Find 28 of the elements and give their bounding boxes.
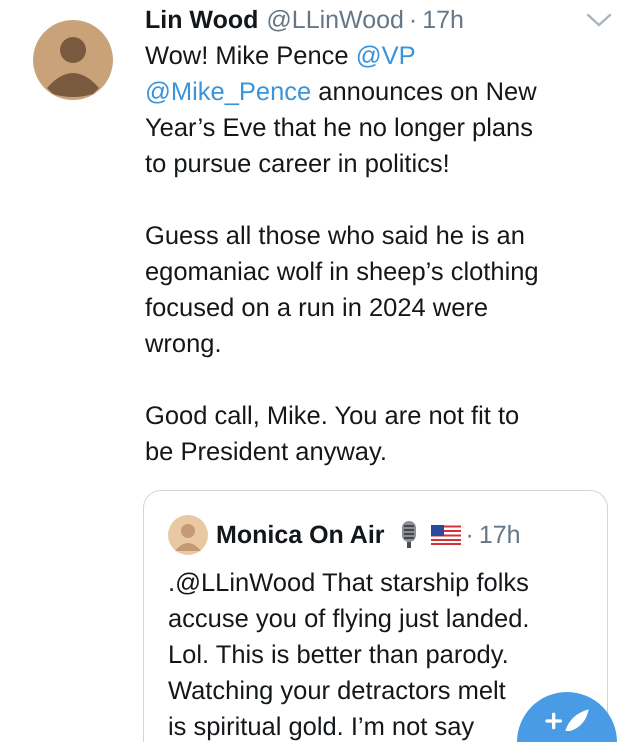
avatar: [168, 515, 208, 555]
mention-link[interactable]: @Mike_Pence: [145, 78, 312, 106]
tweet-text: Good call, Mike. You are not fit to: [145, 402, 520, 430]
tweet-text: announces on New: [317, 78, 537, 106]
tweet-text: wrong.: [145, 330, 222, 358]
quoted-author-name: Monica On Air: [216, 520, 385, 550]
separator-dot: ·: [408, 6, 418, 34]
tweet-text: Year’s Eve that he no longer plans: [145, 114, 533, 142]
quoted-tweet-text: accuse you of flying just landed.: [168, 604, 530, 635]
author-handle[interactable]: @LLinWood: [266, 6, 404, 34]
quoted-tweet-text: is spiritual gold. I’m not say: [168, 712, 474, 742]
tweet-text: Guess all those who said he is an: [145, 222, 525, 250]
tweet-text: to pursue career in politics!: [145, 150, 450, 178]
quoted-tweet-text: Watching your detractors melt: [168, 676, 506, 707]
tweet-text: be President anyway.: [145, 438, 387, 466]
flag-icon: [430, 525, 461, 545]
chevron-down-icon[interactable]: [586, 12, 612, 28]
mention-link[interactable]: @VP: [356, 42, 416, 70]
author-name[interactable]: Lin Wood: [145, 6, 258, 34]
tweet-text: Wow! Mike Pence: [145, 42, 350, 70]
tweet-time: 17h: [478, 520, 521, 550]
avatar[interactable]: [33, 20, 113, 100]
quoted-tweet-text: Lol. This is better than parody.: [168, 640, 509, 671]
quoted-tweet-text: .@LLinWood That starship folks: [168, 568, 529, 599]
tweet-time: 17h: [422, 6, 464, 34]
separator-dot: ·: [466, 520, 474, 550]
tweet-text: focused on a run in 2024 were: [145, 294, 488, 322]
tweet-text: egomaniac wolf in sheep’s clothing: [145, 258, 539, 286]
